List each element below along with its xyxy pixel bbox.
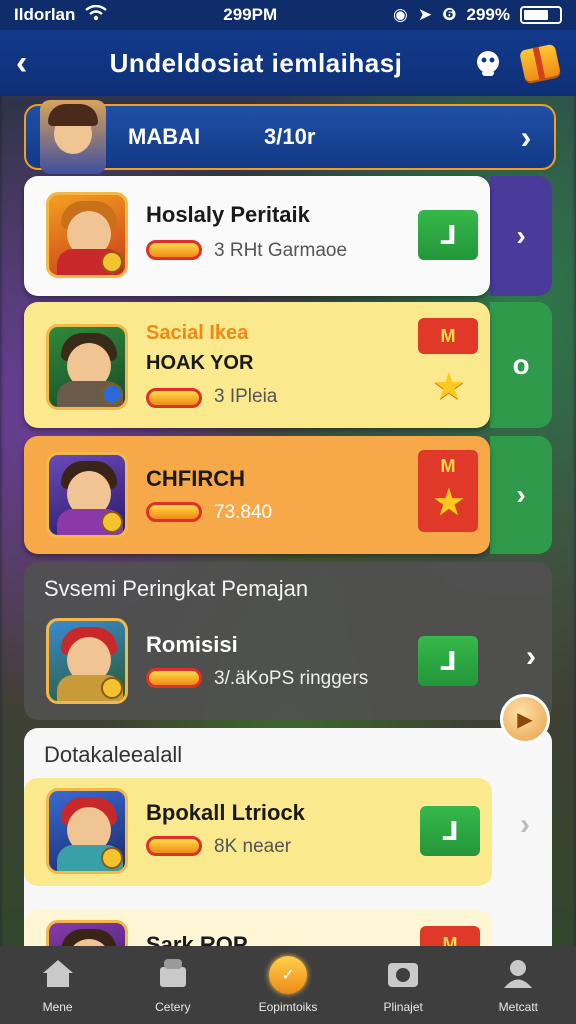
nav-item-home[interactable]: Mene xyxy=(3,957,113,1014)
tab-label: o xyxy=(512,349,530,380)
card-side-tab[interactable]: › xyxy=(490,436,552,554)
camera-icon xyxy=(386,957,420,994)
m-badge: M xyxy=(420,926,480,946)
player-name: CHFIRCH xyxy=(146,466,245,491)
player-meta: 3 IPleia xyxy=(214,386,278,407)
status-bar: Ildorlan 299PM ◉ ➤ ❻ 299% xyxy=(0,0,576,30)
player-avatar xyxy=(46,324,128,410)
nav-label: Eopimtoiks xyxy=(258,1000,318,1014)
player-meta: 3/.äKoPS ringgers xyxy=(214,668,369,689)
nav-label: Cetery xyxy=(155,999,191,1014)
medal-icon xyxy=(101,677,123,699)
nav-item-profile[interactable]: Metcatt xyxy=(463,957,573,1014)
player-subtitle: Sacial Ikea xyxy=(146,322,249,344)
ranking-section: Svsemi Peringkat Pemajan Romisisi 3/.äKo… xyxy=(24,562,552,720)
medal-icon xyxy=(101,847,123,869)
details-section: Dotakaleealall Bpokall Ltriock 8K neaer … xyxy=(24,728,552,946)
alarm-icon: ◉ xyxy=(393,5,408,24)
ranking-card[interactable]: Sark ROP M xyxy=(24,910,492,946)
chevron-right-icon[interactable]: › xyxy=(498,119,554,156)
star-icon: ★ xyxy=(431,366,466,408)
medal-icon xyxy=(101,251,123,273)
data-saver-icon: ❻ xyxy=(442,5,457,24)
ranking-card[interactable]: CHFIRCH 73.840 M ★ xyxy=(24,436,490,554)
gift-icon[interactable] xyxy=(519,43,561,83)
check-icon: ✓ xyxy=(268,956,307,994)
card-side-tab[interactable]: o xyxy=(490,302,552,428)
nav-item-rankings[interactable]: ✓ Eopimtoiks xyxy=(233,956,343,1014)
back-button[interactable]: ‹ xyxy=(16,44,56,83)
chevron-right-icon[interactable]: › xyxy=(520,938,530,946)
card-side-tab[interactable]: › xyxy=(490,176,552,296)
challenge-button[interactable]: ⅃ xyxy=(418,636,478,686)
player-avatar xyxy=(46,452,128,538)
page-title: Undeldosiat iemlaihasj xyxy=(109,47,403,78)
leaderboard-content: MABAI 3/10r › › Hoslaly Peritaik 3 RHt G… xyxy=(0,96,576,946)
level-pill xyxy=(146,668,202,688)
player-avatar xyxy=(46,192,128,278)
level-pill xyxy=(146,388,202,408)
bottom-nav: Mene Cetery ✓ Eopimtoiks Plinajet Metcat… xyxy=(0,946,576,1024)
nav-item-player[interactable]: Plinajet xyxy=(348,957,458,1014)
challenge-button[interactable]: ⅃ xyxy=(420,806,480,856)
shop-icon xyxy=(156,957,190,994)
ranking-card[interactable]: Sacial Ikea HOAK YOR 3 IPleia M ★ xyxy=(24,302,490,428)
challenge-button[interactable]: ⅃ xyxy=(418,210,478,260)
ranking-card[interactable]: Hoslaly Peritaik 3 RHt Garmaoe ⅃ xyxy=(24,176,490,296)
section-title: Dotakaleealall xyxy=(44,742,183,767)
nav-label: Metcatt xyxy=(498,999,539,1014)
chevron-right-icon[interactable]: › xyxy=(520,808,530,842)
player-name: Hoslaly Peritaik xyxy=(146,202,310,227)
player-avatar xyxy=(46,920,128,946)
player-name: HOAK YOR xyxy=(146,352,254,374)
nav-item-category[interactable]: Cetery xyxy=(118,957,228,1014)
location-icon: ➤ xyxy=(417,5,433,24)
section-title: Svsemi Peringkat Pemajan xyxy=(44,576,309,601)
level-pill xyxy=(146,836,202,856)
battery-icon xyxy=(519,6,562,24)
player-name: Romisisi xyxy=(146,632,238,657)
mascot-icon[interactable] xyxy=(468,43,508,83)
home-icon xyxy=(41,957,75,994)
player-meta: 8K neaer xyxy=(214,836,292,857)
app-header: ‹ Undeldosiat iemlaihasj xyxy=(0,30,576,96)
player-name: Bpokall Ltriock xyxy=(146,800,305,825)
chevron-right-icon: › xyxy=(516,220,526,251)
mabai-label: MABAI xyxy=(128,124,201,149)
carrier-label: Ildorlan xyxy=(14,5,76,24)
player-meta: 3 RHt Garmaoe xyxy=(214,240,348,261)
mabai-summary-bar[interactable]: MABAI 3/10r › xyxy=(24,100,556,174)
nav-label: Plinajet xyxy=(383,999,423,1014)
ranking-card[interactable]: Bpokall Ltriock 8K neaer ⅃ xyxy=(24,778,492,886)
wifi-icon xyxy=(85,4,108,26)
m-badge: M xyxy=(418,318,478,354)
play-icon[interactable]: ▶ xyxy=(500,694,550,744)
medal-icon xyxy=(101,511,123,533)
battery-percent: 299% xyxy=(466,5,510,24)
mabai-count: 3/10r xyxy=(264,124,316,149)
player-avatar xyxy=(46,618,128,704)
player-name: Sark ROP xyxy=(146,932,248,946)
medal-icon xyxy=(101,383,123,405)
chevron-right-icon: › xyxy=(516,479,526,510)
nav-label: Mene xyxy=(42,999,73,1014)
chevron-right-icon[interactable]: › xyxy=(526,640,536,674)
player-meta: 73.840 xyxy=(214,502,273,523)
player-avatar xyxy=(40,100,106,174)
player-avatar xyxy=(46,788,128,874)
star-icon: ★ xyxy=(431,482,466,524)
clock: 299PM xyxy=(223,5,278,24)
level-pill xyxy=(146,502,202,522)
profile-icon xyxy=(501,957,535,994)
level-pill xyxy=(146,240,202,260)
